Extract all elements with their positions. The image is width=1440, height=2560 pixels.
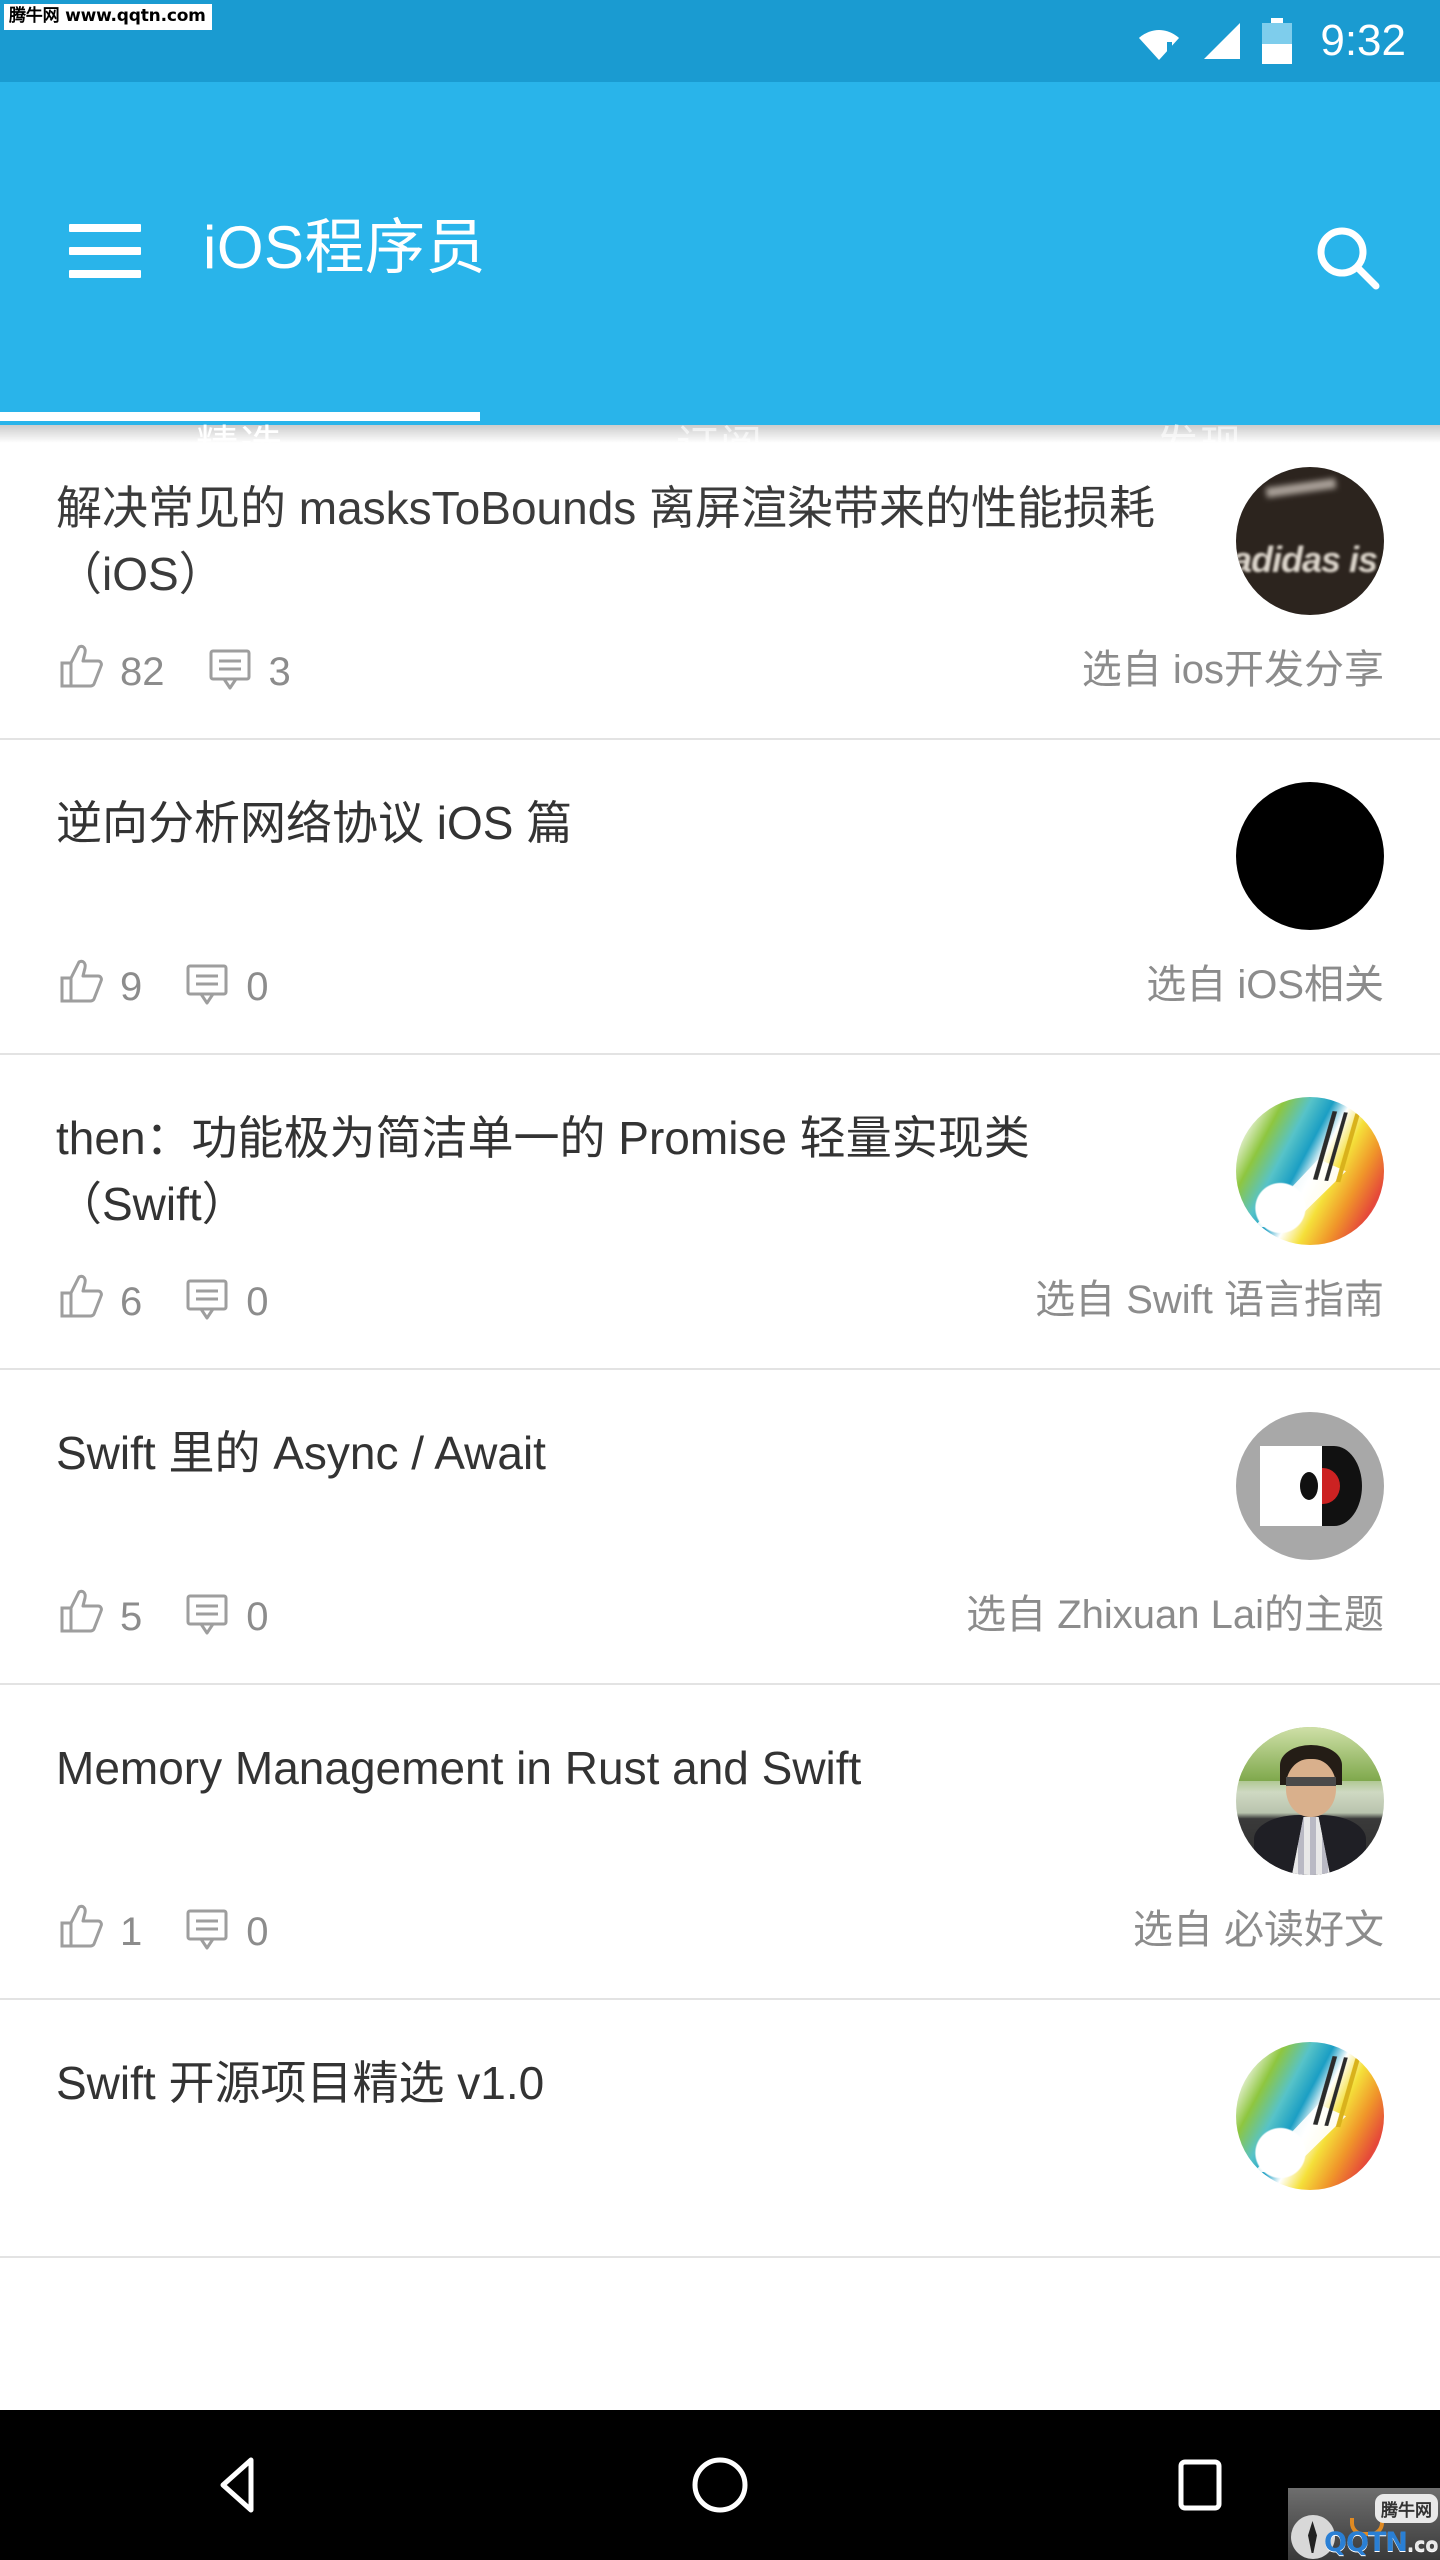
- like-count: 82: [120, 649, 165, 694]
- thumbs-up-icon: [56, 956, 106, 1013]
- like-metric[interactable]: 1: [56, 1901, 142, 1958]
- comment-count: 3: [268, 649, 291, 694]
- avatar: [1236, 1412, 1384, 1560]
- article-card[interactable]: Memory Management in Rust and Swift 1 0 …: [0, 1685, 1440, 2000]
- phone-screen: 腾牛网 www.qqtn.com 9:32 iOS程序员 精选 订阅 发现 解决…: [0, 0, 1440, 2560]
- avatar: [1236, 2042, 1384, 2190]
- tab-subscriptions[interactable]: 订阅: [480, 377, 960, 507]
- article-source: 选自 必读好文: [1132, 1907, 1384, 1952]
- comment-bubble-icon: [182, 956, 232, 1013]
- thumbs-up-icon: [56, 641, 106, 698]
- comment-count: 0: [246, 1909, 269, 1954]
- watermark-bottom-right: QQTN.com 腾牛网: [1288, 2488, 1440, 2560]
- thumbs-up-icon: [56, 1271, 106, 1328]
- article-source: 选自 Swift 语言指南: [1035, 1277, 1384, 1322]
- tab-active-indicator: [0, 412, 480, 421]
- like-metric[interactable]: 5: [56, 1586, 142, 1643]
- article-source: 选自 iOS相关: [1146, 962, 1384, 1007]
- battery-icon: [1262, 18, 1293, 64]
- watermark-badge: 腾牛网: [1375, 2494, 1438, 2523]
- comment-metric[interactable]: 0: [182, 956, 269, 1013]
- watermark-brand: QQTN.com: [1324, 2527, 1440, 2558]
- signal-bar-icon: [1200, 19, 1244, 63]
- avatar: [1236, 782, 1384, 930]
- thumbs-up-icon: [56, 1586, 106, 1643]
- watermark-top-left: 腾牛网 www.qqtn.com: [4, 4, 212, 30]
- like-metric[interactable]: 6: [56, 1271, 142, 1328]
- tab-discover[interactable]: 发现: [960, 377, 1440, 507]
- like-count: 9: [120, 964, 143, 1009]
- like-count: 6: [120, 1279, 143, 1324]
- tab-featured[interactable]: 精选: [0, 377, 480, 507]
- avatar: [1236, 1727, 1384, 1875]
- home-circle-icon[interactable]: [480, 2410, 960, 2560]
- article-card[interactable]: Swift 里的 Async / Await 5 0 选自 Zhixuan La…: [0, 1370, 1440, 1685]
- android-nav-bar: [0, 2410, 1440, 2560]
- article-title: 逆向分析网络协议 iOS 篇: [56, 797, 573, 849]
- article-source: 选自 Zhixuan Lai的主题: [966, 1592, 1384, 1637]
- wifi-warning-icon: [1136, 18, 1182, 64]
- hamburger-menu-icon[interactable]: [69, 224, 141, 278]
- comment-bubble-icon: [205, 641, 255, 698]
- page-title: iOS程序员: [203, 214, 487, 281]
- like-count: 1: [120, 1909, 143, 1954]
- article-title: Memory Management in Rust and Swift: [56, 1742, 862, 1794]
- comment-count: 0: [246, 1279, 269, 1324]
- status-bar: 9:32: [0, 0, 1440, 82]
- comment-bubble-icon: [182, 1271, 232, 1328]
- status-bar-clock: 9:32: [1320, 16, 1406, 65]
- search-icon[interactable]: [1312, 222, 1384, 294]
- comment-metric[interactable]: 0: [182, 1901, 269, 1958]
- article-card[interactable]: 逆向分析网络协议 iOS 篇 9 0 选自 iOS相关: [0, 740, 1440, 1055]
- comment-metric[interactable]: 3: [205, 641, 291, 698]
- article-source: 选自 ios开发分享: [1081, 647, 1384, 692]
- article-card[interactable]: Swift 开源项目精选 v1.0: [0, 2000, 1440, 2258]
- like-count: 5: [120, 1594, 143, 1639]
- tab-bar: 精选 订阅 发现: [0, 377, 1440, 507]
- avatar: [1236, 1097, 1384, 1245]
- article-card[interactable]: then：功能极为简洁单一的 Promise 轻量实现类（Swift） 6 0 …: [0, 1055, 1440, 1370]
- comment-bubble-icon: [182, 1586, 232, 1643]
- comment-metric[interactable]: 0: [182, 1586, 269, 1643]
- comment-metric[interactable]: 0: [182, 1271, 269, 1328]
- article-title: Swift 里的 Async / Await: [56, 1427, 546, 1479]
- status-bar-icons: 9:32: [1136, 0, 1406, 82]
- app-bar: iOS程序员 精选 订阅 发现: [0, 82, 1440, 469]
- like-metric[interactable]: 82: [56, 641, 165, 698]
- like-metric[interactable]: 9: [56, 956, 142, 1013]
- article-title: then：功能极为简洁单一的 Promise 轻量实现类（Swift）: [56, 1112, 1030, 1230]
- thumbs-up-icon: [56, 1901, 106, 1958]
- article-title: Swift 开源项目精选 v1.0: [56, 2057, 545, 2109]
- back-triangle-icon[interactable]: [0, 2410, 480, 2560]
- comment-count: 0: [246, 1594, 269, 1639]
- article-feed[interactable]: 解决常见的 masksToBounds 离屏渲染带来的性能损耗（iOS） adi…: [0, 425, 1440, 2410]
- comment-count: 0: [246, 964, 269, 1009]
- comment-bubble-icon: [182, 1901, 232, 1958]
